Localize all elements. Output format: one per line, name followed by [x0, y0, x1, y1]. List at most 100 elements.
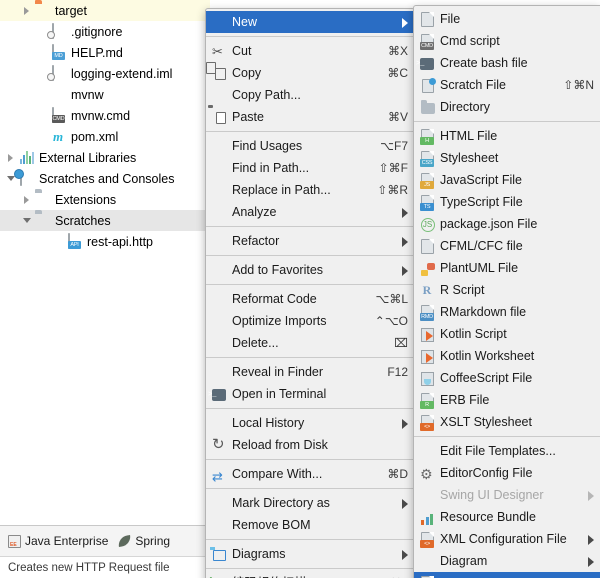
menu-item[interactable]: PlantUML File — [414, 257, 600, 279]
menu-item-label: XML Configuration File — [440, 528, 576, 550]
menu-item[interactable]: Find in Path...⇧⌘F — [206, 157, 414, 179]
menu-item-label: Mark Directory as — [232, 492, 390, 514]
status-item-label: Java Enterprise — [25, 534, 108, 548]
menu-item[interactable]: Mark Directory as — [206, 492, 414, 514]
shell-script-icon — [51, 87, 67, 103]
menu-item[interactable]: <>XSLT Stylesheet — [414, 411, 600, 433]
menu-item[interactable]: Create bash file — [414, 52, 600, 74]
maven-file-icon: m — [51, 129, 67, 145]
chevron-right-icon[interactable] — [22, 5, 33, 16]
menu-item[interactable]: <>XML Configuration File — [414, 528, 600, 550]
menu-item[interactable]: CFML/CFC file — [414, 235, 600, 257]
tree-row[interactable]: MDHELP.md — [0, 42, 210, 63]
menu-item[interactable]: Find Usages⌥F7 — [206, 135, 414, 157]
tree-row[interactable]: Scratches and Consoles — [0, 168, 210, 189]
menu-item[interactable]: Analyze — [206, 201, 414, 223]
plantuml-icon — [418, 260, 436, 276]
menu-item-label: Edit File Templates... — [440, 440, 594, 462]
menu-item[interactable]: Kotlin Worksheet — [414, 345, 600, 367]
menu-item[interactable]: Refactor — [206, 230, 414, 252]
tree-row[interactable]: Extensions — [0, 189, 210, 210]
menu-item[interactable]: Reformat Code⌥⌘L — [206, 288, 414, 310]
tree-row[interactable]: logging-extend.iml — [0, 63, 210, 84]
chevron-right-icon[interactable] — [6, 152, 17, 163]
menu-item[interactable]: JSpackage.json File — [414, 213, 600, 235]
menu-item-label: Reload from Disk — [232, 434, 408, 456]
menu-item[interactable]: Diagrams — [206, 543, 414, 565]
menu-item-shortcut: ⌃⌥O — [375, 310, 408, 332]
menu-item-icon-placeholder — [418, 487, 436, 503]
menu-item[interactable]: EditorConfig File — [414, 462, 600, 484]
terminal-icon — [210, 386, 228, 402]
tree-row[interactable]: Scratches — [0, 210, 210, 231]
menu-item[interactable]: APIHTTP Request — [414, 572, 600, 578]
tree-row[interactable]: CMDmvnw.cmd — [0, 105, 210, 126]
menu-item-icon-placeholder — [210, 364, 228, 380]
menu-item[interactable]: Kotlin Script — [414, 323, 600, 345]
menu-item-label: RMarkdown file — [440, 301, 594, 323]
resource-bundle-icon — [418, 509, 436, 525]
menu-item[interactable]: Diagram — [414, 550, 600, 572]
menu-item-shortcut: ⇧⌘F — [379, 157, 408, 179]
menu-item[interactable]: CoffeeScript File — [414, 367, 600, 389]
menu-item[interactable]: Directory — [414, 96, 600, 118]
menu-item[interactable]: Compare With...⌘D — [206, 463, 414, 485]
js-file-icon: JS — [418, 172, 436, 188]
menu-item[interactable]: Delete...⌧ — [206, 332, 414, 354]
menu-item[interactable]: TSTypeScript File — [414, 191, 600, 213]
menu-item[interactable]: RMDRMarkdown file — [414, 301, 600, 323]
menu-item[interactable]: Scratch File⇧⌘N — [414, 74, 600, 96]
rmarkdown-file-icon: RMD — [418, 304, 436, 320]
menu-item[interactable]: Copy Path... — [206, 84, 414, 106]
menu-item[interactable]: Local History — [206, 412, 414, 434]
menu-item[interactable]: File — [414, 8, 600, 30]
menu-item[interactable]: JSJavaScript File — [414, 169, 600, 191]
chevron-down-icon[interactable] — [22, 215, 33, 226]
menu-item[interactable]: RR Script — [414, 279, 600, 301]
tree-row[interactable]: APIrest-api.http — [0, 231, 210, 252]
menu-item[interactable]: New — [206, 11, 414, 33]
chevron-right-icon[interactable] — [22, 194, 33, 205]
menu-item[interactable]: Edit File Templates... — [414, 440, 600, 462]
menu-item-label: Find Usages — [232, 135, 370, 157]
menu-item-icon-placeholder — [210, 182, 228, 198]
status-item-spring[interactable]: Spring — [118, 534, 170, 548]
project-tree[interactable]: target.gitignoreMDHELP.mdlogging-extend.… — [0, 0, 210, 525]
scratches-root-icon — [19, 171, 35, 187]
menu-separator — [206, 131, 414, 132]
menu-item[interactable]: Reload from Disk — [206, 434, 414, 456]
menu-item[interactable]: Paste⌘V — [206, 106, 414, 128]
menu-item[interactable]: HHTML File — [414, 125, 600, 147]
tree-row[interactable]: mvnw — [0, 84, 210, 105]
menu-separator — [206, 226, 414, 227]
menu-item[interactable]: Reveal in FinderF12 — [206, 361, 414, 383]
menu-separator — [206, 284, 414, 285]
tree-row[interactable]: target — [0, 0, 210, 21]
tree-row[interactable]: mpom.xml — [0, 126, 210, 147]
java-enterprise-icon — [8, 535, 21, 548]
menu-item-shortcut: ⌘X — [388, 40, 408, 62]
menu-item[interactable]: Copy⌘C — [206, 62, 414, 84]
menu-item[interactable]: CSSStylesheet — [414, 147, 600, 169]
menu-item[interactable]: Optimize Imports⌃⌥O — [206, 310, 414, 332]
menu-item[interactable]: Resource Bundle — [414, 506, 600, 528]
tree-row[interactable]: External Libraries — [0, 147, 210, 168]
menu-separator — [206, 488, 414, 489]
menu-item[interactable]: CMDCmd script — [414, 30, 600, 52]
menu-item[interactable]: Add to Favorites — [206, 259, 414, 281]
tree-twisty-placeholder — [38, 89, 49, 100]
menu-item[interactable]: RERB File — [414, 389, 600, 411]
new-file-submenu[interactable]: FileCMDCmd scriptCreate bash fileScratch… — [413, 5, 600, 578]
menu-item-label: HTTP Request — [440, 572, 594, 578]
tree-row[interactable]: .gitignore — [0, 21, 210, 42]
menu-item[interactable]: Open in Terminal — [206, 383, 414, 405]
menu-item-label: File — [440, 8, 594, 30]
menu-item[interactable]: Cut⌘X — [206, 40, 414, 62]
menu-item-label: Open in Terminal — [232, 383, 408, 405]
status-item-label: Spring — [135, 534, 170, 548]
menu-item[interactable]: Remove BOM — [206, 514, 414, 536]
context-menu[interactable]: New Cut⌘XCopy⌘CCopy Path...Paste⌘V Find Us… — [205, 8, 415, 578]
menu-item[interactable]: 编码规约扫描⌥⇧⌘J — [206, 572, 414, 578]
status-item-java-enterprise[interactable]: Java Enterprise — [8, 534, 108, 548]
menu-item[interactable]: Replace in Path...⇧⌘R — [206, 179, 414, 201]
